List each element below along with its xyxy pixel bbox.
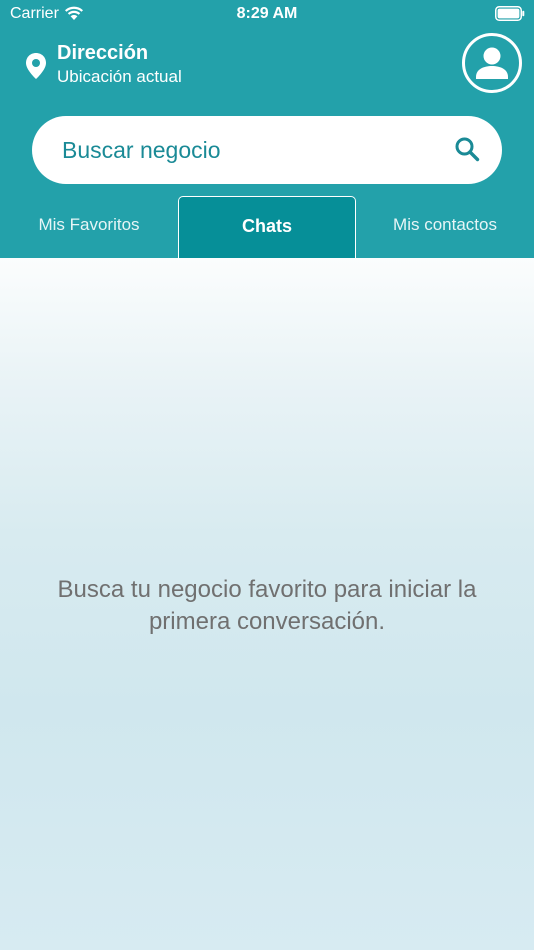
tab-favorites[interactable]: Mis Favoritos xyxy=(0,196,178,258)
location-pin-icon xyxy=(26,53,46,79)
search-icon[interactable] xyxy=(454,136,480,162)
profile-avatar-button[interactable] xyxy=(462,33,522,93)
tab-contacts[interactable]: Mis contactos xyxy=(356,196,534,258)
status-bar: Carrier 8:29 AM xyxy=(0,0,534,30)
chats-content: Busca tu negocio favorito para iniciar l… xyxy=(0,258,534,950)
app-header: Carrier 8:29 AM Dirección Ubicación actu… xyxy=(0,0,534,258)
location-title: Dirección xyxy=(57,42,149,64)
search-input[interactable] xyxy=(62,130,432,170)
status-time: 8:29 AM xyxy=(236,5,298,22)
battery-icon xyxy=(495,6,525,21)
location-subtitle: Ubicación actual xyxy=(57,67,182,86)
search-bar xyxy=(32,116,502,184)
empty-state-message: Busca tu negocio favorito para iniciar l… xyxy=(57,576,477,635)
tab-chats[interactable]: Chats xyxy=(178,196,356,258)
user-avatar-icon xyxy=(476,47,508,79)
tab-bar: Mis Favoritos Chats Mis contactos xyxy=(0,196,534,258)
location-selector[interactable]: Dirección Ubicación actual xyxy=(24,42,324,92)
